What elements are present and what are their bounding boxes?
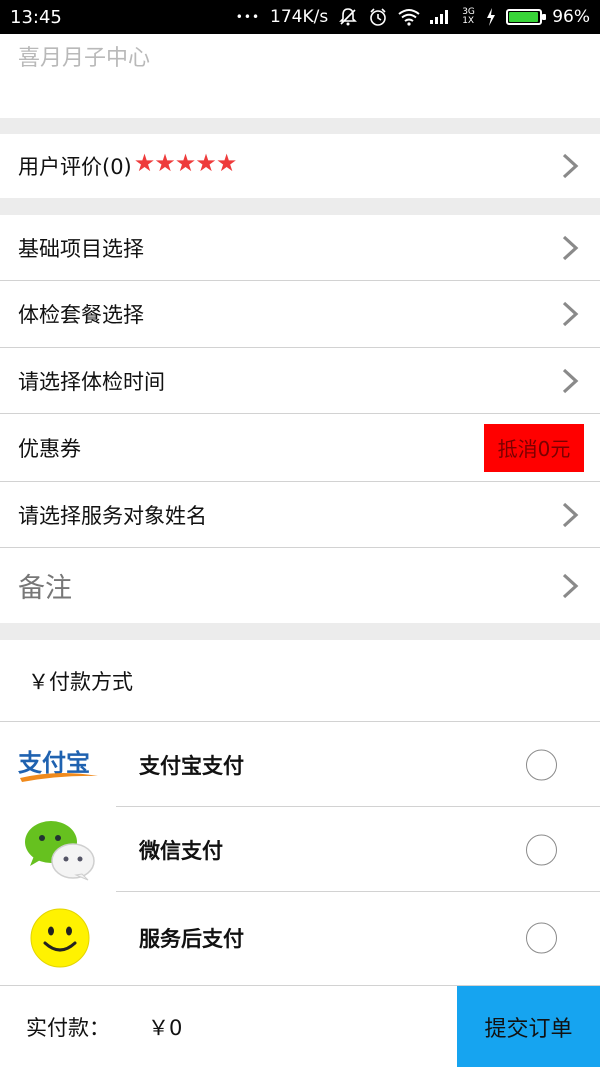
section-gap <box>0 623 600 640</box>
battery-icon <box>506 9 547 25</box>
coupon-button[interactable]: 抵消0元 <box>484 423 584 472</box>
submit-order-button[interactable]: 提交订单 <box>457 986 600 1067</box>
payment-radio-alipay[interactable] <box>526 749 557 780</box>
service-name-label: 请选择服务对象姓名 <box>18 504 207 528</box>
basic-project-label: 基础项目选择 <box>18 237 144 261</box>
mute-bell-icon <box>338 6 358 28</box>
basic-project-row[interactable]: 基础项目选择 <box>0 215 600 281</box>
checkout-bar: 实付款： ￥0 提交订单 <box>0 985 600 1067</box>
smiley-logo-icon <box>18 906 102 970</box>
coupon-label: 优惠券 <box>18 436 81 461</box>
payment-radio-wechat[interactable] <box>526 834 557 865</box>
svg-text:支付宝: 支付宝 <box>18 749 90 777</box>
payment-radio-after-service[interactable] <box>526 922 557 954</box>
payment-option-alipay[interactable]: 支付宝 支付宝支付 <box>0 722 600 807</box>
charging-icon <box>486 6 496 28</box>
network-type: 3G 1X <box>462 7 475 26</box>
payment-option-name: 服务后支付 <box>139 927 244 951</box>
network-speed: 174K/s <box>270 7 329 27</box>
checkup-time-label: 请选择体检时间 <box>18 370 165 394</box>
payment-option-wechat[interactable]: 微信支付 <box>0 807 600 892</box>
alipay-logo-icon: 支付宝 <box>18 733 102 797</box>
checkup-time-row[interactable]: 请选择体检时间 <box>0 348 600 414</box>
center-name: 喜月月子中心 <box>18 46 151 71</box>
chevron-right-icon <box>562 301 579 327</box>
chevron-right-icon <box>562 368 579 394</box>
status-icons: ••• 174K/s 3G 1X 96% <box>236 6 590 28</box>
wifi-icon <box>398 6 420 28</box>
remark-row[interactable]: 备注 <box>0 548 600 623</box>
rating-stars: ★★★★★ <box>133 149 238 177</box>
wechat-logo-icon <box>18 818 102 882</box>
chevron-right-icon <box>562 153 579 179</box>
alarm-icon <box>368 6 388 28</box>
more-dots-icon: ••• <box>235 10 261 24</box>
status-time: 13:45 <box>10 6 62 28</box>
chevron-right-icon <box>562 235 579 261</box>
chevron-right-icon <box>562 502 579 528</box>
paid-label: 实付款： <box>26 1015 110 1040</box>
checkup-package-row[interactable]: 体检套餐选择 <box>0 281 600 347</box>
checkup-package-label: 体检套餐选择 <box>18 303 144 327</box>
review-label: 用户评价(0) <box>18 155 132 179</box>
review-row[interactable]: 用户评价(0) ★★★★★ <box>0 134 600 198</box>
signal-icon <box>430 6 452 28</box>
center-header: 喜月月子中心 <box>0 34 600 118</box>
battery-percent: 96% <box>552 7 590 27</box>
remark-label: 备注 <box>18 573 72 604</box>
section-gap <box>0 198 600 215</box>
payment-option-name: 微信支付 <box>139 838 223 863</box>
section-gap <box>0 118 600 134</box>
service-name-row[interactable]: 请选择服务对象姓名 <box>0 482 600 548</box>
payment-option-name: 支付宝支付 <box>139 753 244 778</box>
coupon-row: 优惠券 抵消0元 <box>0 414 600 481</box>
payment-option-after-service[interactable]: 服务后支付 <box>0 892 600 984</box>
status-bar: 13:45 ••• 174K/s 3G 1X 96% <box>0 0 600 34</box>
paid-amount: ￥0 <box>148 1015 183 1040</box>
payment-title: ￥付款方式 <box>0 640 600 722</box>
chevron-right-icon <box>562 573 579 598</box>
